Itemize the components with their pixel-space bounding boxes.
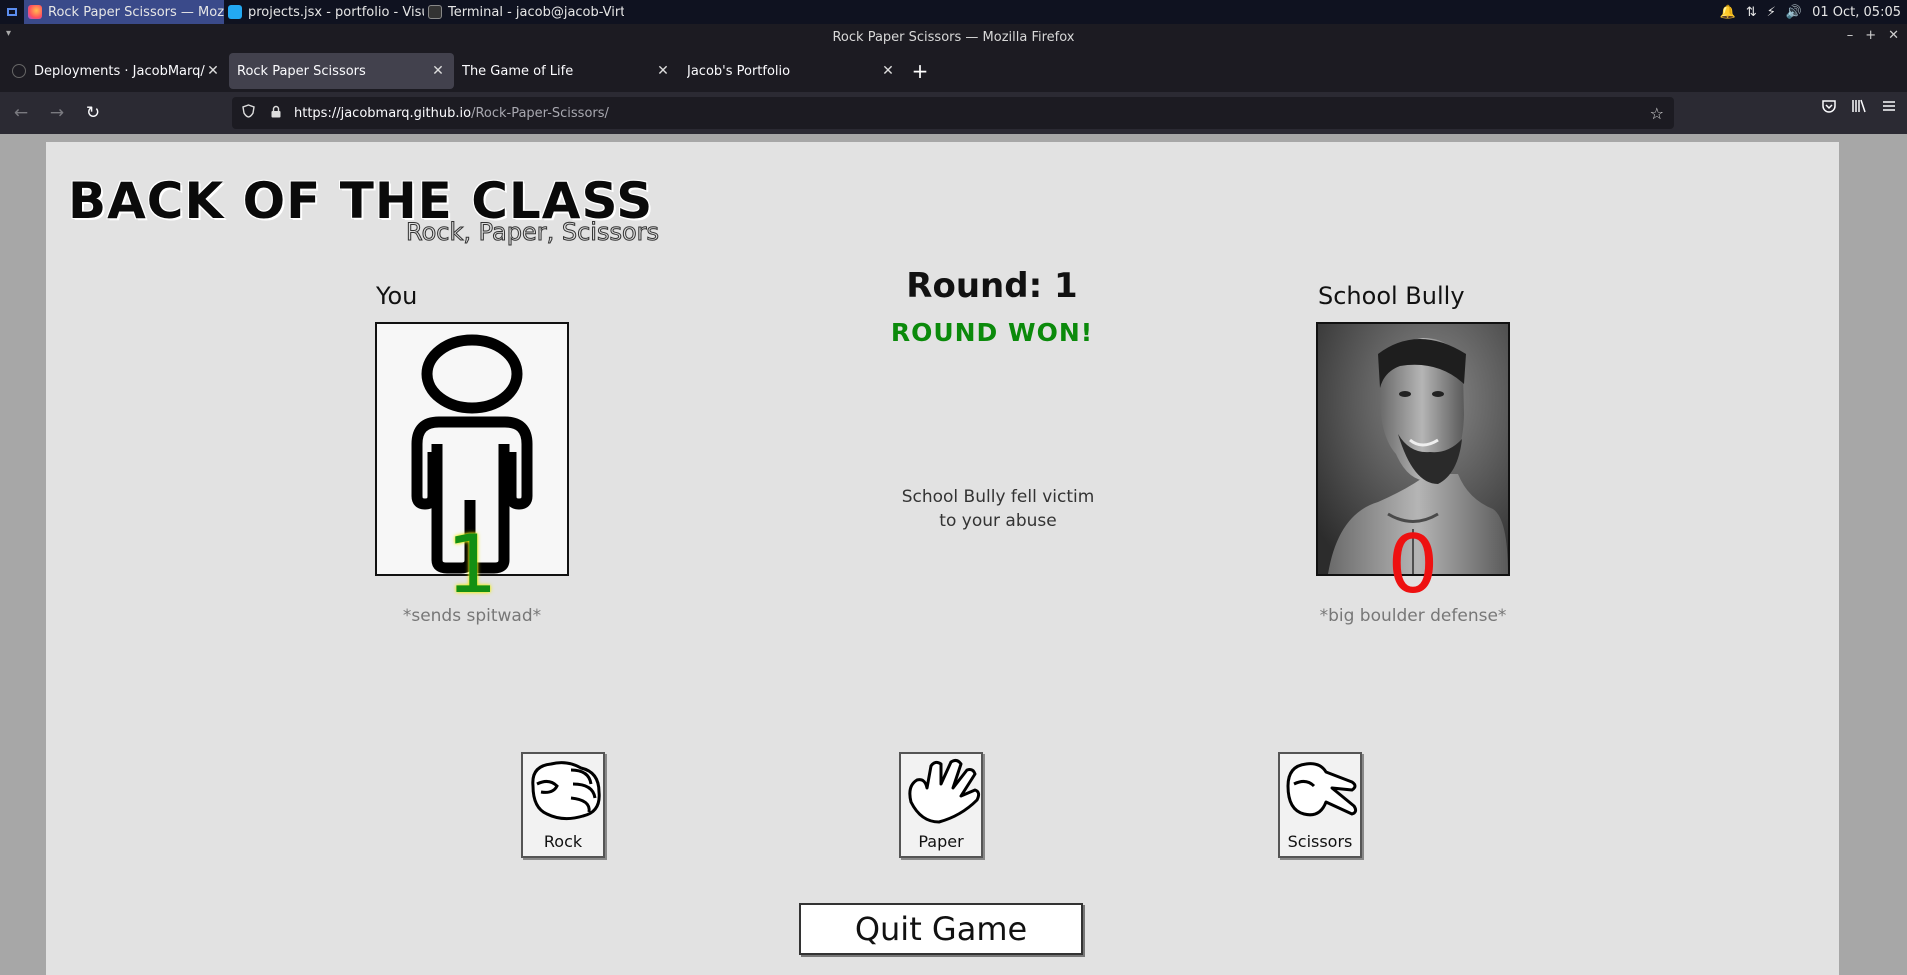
scissors-button[interactable]: Scissors [1278, 752, 1362, 858]
navigation-toolbar: ← → ↻ https://jacobmarq.github.io/Rock-P… [0, 92, 1907, 134]
game-page: BACK OF THE CLASS Rock, Paper, Scissors … [46, 142, 1839, 975]
taskbar-item-label: projects.jsx - portfolio - Visua... [248, 4, 424, 20]
scissors-hand-icon [1286, 762, 1358, 817]
taskbar-item-label: Terminal - jacob@jacob-Virtu... [448, 4, 624, 20]
toolbar-right [1821, 98, 1897, 118]
new-tab-button[interactable]: + [904, 55, 936, 87]
taskbar-item-vscode[interactable]: projects.jsx - portfolio - Visua... [224, 0, 424, 24]
tab-label: Jacob's Portfolio [687, 63, 791, 79]
tab-strip: Deployments · JacobMarq/Ro ✕ Rock Paper … [0, 50, 1907, 92]
bookmark-star-icon[interactable]: ☆ [1650, 104, 1664, 123]
window-titlebar: ▾ Rock Paper Scissors — Mozilla Firefox … [0, 24, 1907, 50]
reload-icon[interactable]: ↻ [78, 98, 108, 128]
window-menu-icon[interactable]: ▾ [6, 28, 11, 39]
volume-icon[interactable]: 🔊 [1786, 5, 1802, 20]
hamburger-menu-icon[interactable] [1881, 98, 1897, 118]
page-viewport: BACK OF THE CLASS Rock, Paper, Scissors … [0, 134, 1907, 975]
lock-icon[interactable] [264, 105, 288, 122]
maximize-icon[interactable]: + [1865, 28, 1876, 43]
taskbar-item-label: Rock Paper Scissors — Mozil... [48, 4, 224, 20]
back-arrow-icon[interactable]: ← [6, 98, 36, 128]
pocket-icon[interactable] [1821, 98, 1837, 118]
round-counter: Round: 1 [906, 266, 1078, 306]
close-window-icon[interactable]: ✕ [1888, 28, 1899, 43]
taskbar-item-terminal[interactable]: Terminal - jacob@jacob-Virtu... [424, 0, 624, 24]
close-tab-icon[interactable]: ✕ [205, 63, 221, 79]
rock-label: Rock [543, 832, 583, 851]
tracking-shield-icon[interactable] [236, 104, 260, 122]
tab-portfolio[interactable]: Jacob's Portfolio ✕ [679, 53, 904, 89]
vscode-icon [228, 5, 242, 19]
url-host: https://jacobmarq.github.io [294, 105, 472, 121]
minimize-icon[interactable]: – [1847, 28, 1854, 43]
clock[interactable]: 01 Oct, 05:05 [1812, 5, 1901, 20]
url-text: https://jacobmarq.github.io/Rock-Paper-S… [294, 106, 609, 121]
tab-rock-paper-scissors[interactable]: Rock Paper Scissors ✕ [229, 53, 454, 89]
page-subtitle: Rock, Paper, Scissors [405, 218, 660, 247]
fist-icon [531, 761, 601, 821]
window-title: Rock Paper Scissors — Mozilla Firefox [832, 29, 1075, 45]
app-menu-icon[interactable] [0, 0, 24, 24]
window-controls: – + ✕ [1847, 28, 1899, 43]
round-message-line: School Bully fell victim [901, 487, 1095, 507]
forward-arrow-icon[interactable]: → [42, 98, 72, 128]
tab-deployments[interactable]: Deployments · JacobMarq/Ro ✕ [4, 53, 229, 89]
opponent-score: 0 [1387, 518, 1439, 611]
url-path: /Rock-Paper-Scissors/ [471, 105, 609, 121]
opponent-name: School Bully [1318, 282, 1465, 310]
close-tab-icon[interactable]: ✕ [430, 63, 446, 79]
tab-label: Rock Paper Scissors [237, 63, 366, 79]
tab-label: The Game of Life [462, 63, 574, 79]
network-icon[interactable]: ⇅ [1746, 5, 1757, 20]
scissors-label: Scissors [1287, 832, 1353, 851]
github-icon [12, 64, 26, 78]
address-bar[interactable]: https://jacobmarq.github.io/Rock-Paper-S… [232, 97, 1674, 129]
rock-button[interactable]: Rock [521, 752, 605, 858]
round-message: School Bully fell victim to your abuse [862, 485, 1134, 533]
tab-label: Deployments · JacobMarq/Ro [34, 63, 205, 79]
paper-button[interactable]: Paper [899, 752, 983, 858]
round-message-line: to your abuse [939, 511, 1057, 531]
opponent-action-text: *big boulder defense* [1319, 606, 1507, 626]
player-action-text: *sends spitwad* [402, 606, 542, 626]
system-tray: 🔔 ⇅ ⚡ 🔊 01 Oct, 05:05 [1720, 5, 1907, 20]
power-icon[interactable]: ⚡ [1767, 5, 1776, 20]
tab-game-of-life[interactable]: The Game of Life ✕ [454, 53, 679, 89]
taskbar-item-firefox[interactable]: Rock Paper Scissors — Mozil... [24, 0, 224, 24]
round-result: ROUND WON! [890, 318, 1094, 347]
player-name: You [376, 282, 418, 310]
firefox-icon [28, 5, 42, 19]
library-icon[interactable] [1851, 98, 1867, 118]
close-tab-icon[interactable]: ✕ [655, 63, 671, 79]
player-score: 1 [446, 518, 498, 611]
open-hand-icon [908, 758, 981, 824]
quit-game-button[interactable]: Quit Game [799, 903, 1083, 955]
close-tab-icon[interactable]: ✕ [880, 63, 896, 79]
terminal-icon [428, 5, 442, 19]
notification-bell-icon[interactable]: 🔔 [1720, 5, 1736, 20]
os-taskbar: Rock Paper Scissors — Mozil... projects.… [0, 0, 1907, 24]
paper-label: Paper [918, 832, 964, 851]
